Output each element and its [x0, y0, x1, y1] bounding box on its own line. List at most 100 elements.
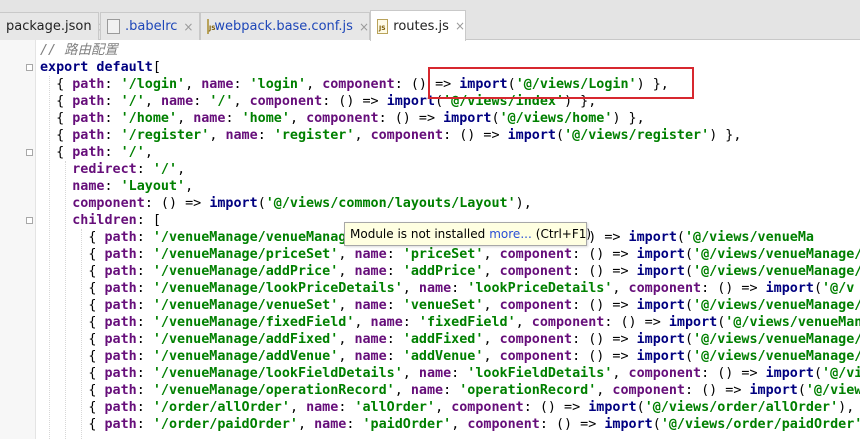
- close-tab-icon[interactable]: ×: [455, 19, 465, 33]
- code-token: [: [152, 60, 161, 75]
- code-token: ,: [185, 179, 194, 194]
- code-line[interactable]: { path: '/order/allOrder', name: 'allOrd…: [40, 399, 860, 416]
- code-line[interactable]: { path: '/order/paidOrder', name: 'paidO…: [40, 416, 860, 433]
- js-file-icon: JS: [377, 18, 389, 34]
- code-token: path: [72, 145, 105, 160]
- code-token: '/': [152, 162, 178, 177]
- code-token: :: [136, 349, 153, 364]
- code-token: '/': [120, 94, 145, 109]
- code-line[interactable]: // 路由配置: [40, 42, 860, 59]
- code-line[interactable]: { path: '/home', name: 'home', component…: [40, 110, 860, 127]
- code-token: '@/views/home': [499, 111, 613, 126]
- code-token: :: [136, 383, 153, 398]
- code-token: (: [257, 196, 266, 211]
- code-token: name: [193, 111, 226, 126]
- code-token: {: [40, 298, 105, 313]
- code-token: ,: [402, 366, 419, 381]
- tab-routes-js[interactable]: JS routes.js ×: [370, 10, 466, 41]
- fold-marker-icon[interactable]: [26, 149, 33, 156]
- code-line[interactable]: { path: '/venueManage/priceSet', name: '…: [40, 246, 860, 263]
- code-token: {: [40, 247, 105, 262]
- code-token: ,: [338, 247, 355, 262]
- code-token: import: [628, 230, 677, 245]
- code-token: ,: [177, 162, 186, 177]
- code-token: name: [225, 128, 258, 143]
- code-token: ,: [354, 128, 371, 143]
- code-token: ,: [233, 94, 250, 109]
- code-line[interactable]: { path: '/venueManage/addFixed', name: '…: [40, 331, 860, 348]
- code-line[interactable]: { path: '/venueManage/venueSet', name: '…: [40, 297, 860, 314]
- code-token: :: [386, 298, 403, 313]
- code-token: '/venueManage/priceSet': [152, 247, 339, 262]
- code-line[interactable]: { path: '/venueManage/lookPriceDetails',…: [40, 280, 860, 297]
- code-token: ,: [209, 128, 226, 143]
- code-token: name: [354, 264, 387, 279]
- code-token: name: [418, 366, 452, 381]
- code-line[interactable]: { path: '/venueManage/addVenue', name: '…: [40, 348, 860, 365]
- code-token: path: [104, 332, 137, 347]
- code-token: '@/v: [822, 281, 855, 296]
- code-line[interactable]: name: 'Layout',: [40, 178, 860, 195]
- code-token: component: [451, 400, 524, 415]
- babelrc-file-icon: [107, 19, 120, 34]
- tab-webpack-base-conf-js[interactable]: JS webpack.base.conf.js ×: [200, 12, 370, 40]
- code-token: :: [443, 383, 460, 398]
- code-token: :: [136, 247, 153, 262]
- code-token: name: [354, 298, 387, 313]
- module-not-installed-tooltip: Module is not installed more... (Ctrl+F1…: [344, 222, 591, 246]
- tab-package-json[interactable]: package.json×: [0, 12, 108, 40]
- tab-babelrc[interactable]: .babelrc ×: [100, 12, 200, 40]
- code-line[interactable]: { path: '/venueManage/fixedField', name:…: [40, 314, 860, 331]
- code-token: :: [136, 230, 153, 245]
- code-line[interactable]: { path: '/', name: '/', component: () =>…: [40, 93, 860, 110]
- tooltip-more-link[interactable]: more...: [489, 227, 532, 241]
- code-token: import: [765, 366, 814, 381]
- code-token: export default: [40, 60, 153, 75]
- code-token: (: [652, 417, 661, 432]
- code-token: ,: [338, 349, 355, 364]
- code-line[interactable]: { path: '/login', name: 'login', compone…: [40, 76, 860, 93]
- code-token: '/home': [120, 111, 178, 126]
- code-line[interactable]: { path: '/register', name: 'register', c…: [40, 127, 860, 144]
- code-token: '@/views/order/allOrder': [644, 400, 839, 415]
- code-token: ,: [483, 349, 500, 364]
- code-token: path: [104, 298, 137, 313]
- code-token: '@/views/venueManage/a: [693, 349, 860, 364]
- code-line[interactable]: { path: '/',: [40, 144, 860, 161]
- code-token: import: [209, 196, 258, 211]
- js-file-icon-text: JS: [209, 25, 216, 32]
- code-line[interactable]: component: () => import('@/views/common/…: [40, 195, 860, 212]
- fold-marker-icon[interactable]: [26, 217, 33, 224]
- code-token: ) },: [636, 77, 669, 92]
- code-token: 'addPrice': [402, 264, 484, 279]
- js-file-icon-text: JS: [379, 24, 386, 32]
- code-token: :: [136, 400, 153, 415]
- fold-marker-icon[interactable]: [26, 64, 33, 71]
- close-tab-icon[interactable]: ×: [183, 20, 193, 34]
- code-line[interactable]: { path: '/venueManage/operationRecord', …: [40, 382, 860, 399]
- code-line[interactable]: { path: '/venueManage/lookFieldDetails',…: [40, 365, 860, 382]
- close-tab-icon[interactable]: ×: [359, 20, 369, 34]
- code-token: ) },: [709, 128, 742, 143]
- code-token: (: [797, 383, 806, 398]
- code-token: '@/vie: [822, 366, 860, 381]
- code-token: children: [72, 213, 137, 228]
- code-token: (: [685, 332, 694, 347]
- code-token: '/': [120, 145, 145, 160]
- code-token: :: [104, 145, 121, 160]
- code-token: path: [104, 247, 137, 262]
- code-token: name: [410, 383, 444, 398]
- tooltip-text: Module is not installed: [350, 227, 486, 241]
- code-token: ,: [289, 400, 307, 415]
- code-token: name: [354, 247, 387, 262]
- code-token: {: [40, 417, 105, 432]
- code-token: '/login': [120, 77, 186, 92]
- code-token: '/order/allOrder': [152, 400, 290, 415]
- code-token: ,: [185, 77, 202, 92]
- code-line[interactable]: export default[: [40, 59, 860, 76]
- code-token: component: [467, 417, 540, 432]
- code-line[interactable]: redirect: '/',: [40, 161, 860, 178]
- code-line[interactable]: { path: '/venueManage/addPrice', name: '…: [40, 263, 860, 280]
- tab-label: .babelrc: [125, 19, 178, 34]
